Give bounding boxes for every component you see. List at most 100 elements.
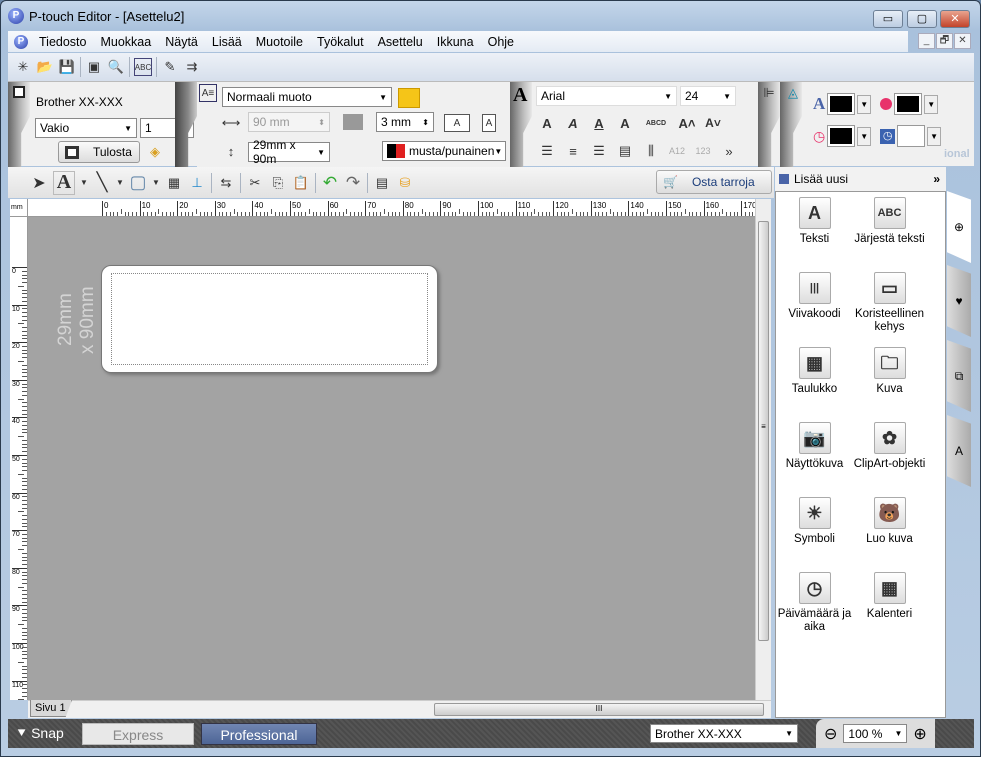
horizontal-text-icon[interactable]: A <box>444 114 470 132</box>
maximize-button[interactable]: ▢ <box>907 10 937 28</box>
mdi-minimize-button[interactable]: _ <box>918 33 935 49</box>
outline-icon[interactable]: A <box>616 114 634 132</box>
insert-item-järjestä-teksti[interactable]: ABC Järjestä teksti <box>852 197 927 246</box>
side-tab-favorites[interactable]: ♥ <box>947 265 971 337</box>
menu-tyokalut[interactable]: Työkalut <box>310 35 371 49</box>
redo-icon[interactable]: ↷ <box>344 173 362 192</box>
background-color-swatch[interactable] <box>897 125 926 147</box>
zoom-in-icon[interactable]: ⊕ <box>913 724 926 744</box>
insert-item-kuva[interactable]: 🗀 Kuva <box>852 347 927 396</box>
chevron-down-icon[interactable]: ▼ <box>924 94 939 114</box>
insert-item-päivämäärä-ja-aika[interactable]: ◷ Päivämäärä ja aika <box>777 572 852 634</box>
chevron-down-icon[interactable]: ▼ <box>857 126 872 146</box>
buy-labels-button[interactable]: 🛒 Osta tarroja <box>656 170 772 194</box>
insert-item-kalenteri[interactable]: ▦ Kalenteri <box>852 572 927 621</box>
menu-ohje[interactable]: Ohje <box>481 35 521 49</box>
cut-icon[interactable]: ✂ <box>246 174 264 192</box>
font-select[interactable]: Arial ▼ <box>536 86 677 106</box>
text-frame-icon[interactable]: ABCD <box>642 114 670 132</box>
side-tab-text[interactable]: A <box>947 415 971 487</box>
font-size-select[interactable]: 24 ▼ <box>680 86 736 106</box>
database-icon[interactable]: ⛁ <box>396 174 414 192</box>
professional-mode-button[interactable]: Professional <box>201 722 317 745</box>
menu-muokkaa[interactable]: Muokkaa <box>93 35 158 49</box>
print-preview-icon[interactable]: 🔍 <box>107 58 125 76</box>
numbering-icon[interactable]: 123 <box>694 142 712 160</box>
insert-item-symboli[interactable]: ☀ Symboli <box>777 497 852 546</box>
length-field[interactable]: 90 mm ⬍ <box>248 112 330 132</box>
rectangle-tool-icon[interactable]: ▢ <box>129 172 147 192</box>
side-tab-arrange[interactable]: ⧉ <box>947 340 971 412</box>
snap-button[interactable]: ⯆ Snap <box>16 725 82 742</box>
chevron-down-icon[interactable]: ▼ <box>116 174 124 192</box>
align-left-icon[interactable]: ☰ <box>538 142 556 160</box>
vertical-scrollbar[interactable]: ≡ <box>755 199 771 700</box>
grow-font-icon[interactable]: A˄ <box>678 114 696 132</box>
print-mode-select[interactable]: Vakio ▼ <box>35 118 137 138</box>
print-button[interactable]: Tulosta <box>58 141 140 163</box>
more-icon[interactable]: » <box>720 142 738 160</box>
zoom-select[interactable]: 100 % ▼ <box>843 724 908 743</box>
paste-icon[interactable]: 📋 <box>292 174 310 192</box>
italic-icon[interactable]: A <box>564 114 582 132</box>
line-tool-icon[interactable]: ╲ <box>93 172 111 192</box>
underline-icon[interactable]: A <box>590 114 608 132</box>
text-tool-icon[interactable]: A <box>53 170 75 195</box>
menu-muotoile[interactable]: Muotoile <box>249 35 310 49</box>
panel-expand-button[interactable]: » <box>933 172 940 186</box>
scroll-thumb[interactable]: ≡ <box>758 221 769 641</box>
minimize-button[interactable]: ▭ <box>873 10 903 28</box>
label-area[interactable] <box>101 265 438 373</box>
align-right-icon[interactable]: ☰ <box>590 142 608 160</box>
line-color-swatch[interactable] <box>827 125 856 147</box>
insert-item-koristeellinen-kehys[interactable]: ▭ Koristeellinen kehys <box>852 272 927 334</box>
vertical-align-icon[interactable]: ⫼ <box>642 142 660 160</box>
transfer-icon[interactable]: ⇉ <box>183 58 201 76</box>
spell-check-icon[interactable]: ABC <box>134 58 152 76</box>
object-list-icon[interactable]: ▤ <box>373 174 391 192</box>
chevron-down-icon[interactable]: ▼ <box>80 174 88 192</box>
undo-icon[interactable]: ↶ <box>321 173 339 192</box>
insert-item-taulukko[interactable]: ▦ Taulukko <box>777 347 852 396</box>
vertical-text-icon[interactable]: A <box>482 114 496 132</box>
format-select[interactable]: Normaali muoto ▼ <box>222 87 392 107</box>
menu-asettelu[interactable]: Asettelu <box>371 35 430 49</box>
bold-icon[interactable]: A <box>538 114 556 132</box>
insert-item-näyttökuva[interactable]: 📷 Näyttökuva <box>777 422 852 471</box>
new-icon[interactable]: ✳ <box>14 58 32 76</box>
text-color-swatch[interactable] <box>827 93 856 115</box>
spinner-arrows-icon[interactable]: ⬍ <box>422 118 429 127</box>
side-tab-insert[interactable]: ⊕ <box>947 191 971 263</box>
shrink-font-icon[interactable]: A˅ <box>704 114 722 132</box>
page-tab[interactable]: Sivu 1 <box>30 700 72 717</box>
select-arrow-icon[interactable]: ➤ <box>30 174 48 192</box>
chevron-down-icon[interactable]: ▼ <box>927 126 942 146</box>
open-icon[interactable]: 📂 <box>36 58 54 76</box>
express-mode-button[interactable]: Express <box>82 722 194 745</box>
zoom-out-icon[interactable]: ⊖ <box>824 724 837 744</box>
justify-icon[interactable]: ▤ <box>616 142 634 160</box>
print-icon[interactable]: ▣ <box>85 58 103 76</box>
chevron-down-icon[interactable]: ▼ <box>152 174 160 192</box>
tape-color-select[interactable]: musta/punainen ▼ <box>382 141 506 161</box>
tape-size-select[interactable]: 29mm x 90m ▼ <box>248 138 330 166</box>
arrange-icon[interactable]: ⊥ <box>188 174 206 192</box>
menu-lisaa[interactable]: Lisää <box>205 35 249 49</box>
mdi-restore-button[interactable]: 🗗 <box>936 33 953 49</box>
close-button[interactable]: ✕ <box>940 10 970 28</box>
menu-ikkuna[interactable]: Ikkuna <box>430 35 481 49</box>
table-tool-icon[interactable]: ▦ <box>165 174 183 192</box>
tape-orientation-button[interactable] <box>398 88 420 108</box>
align-center-icon[interactable]: ≡ <box>564 142 582 160</box>
margin-field[interactable]: 3 mm ⬍ <box>376 112 434 132</box>
fill-color-swatch[interactable] <box>894 93 923 115</box>
insert-item-clipart-objekti[interactable]: ✿ ClipArt-objekti <box>852 422 927 471</box>
printer-status-select[interactable]: Brother XX-XXX ▼ <box>650 724 798 743</box>
menu-nayta[interactable]: Näytä <box>158 35 205 49</box>
insert-item-teksti[interactable]: A Teksti <box>777 197 852 246</box>
insert-item-luo-kuva[interactable]: 🐻 Luo kuva <box>852 497 927 546</box>
insert-item-viivakoodi[interactable]: ||| Viivakoodi <box>777 272 852 321</box>
menu-tiedosto[interactable]: Tiedosto <box>32 35 93 49</box>
save-icon[interactable]: 💾 <box>58 58 76 76</box>
properties-icon[interactable]: ⇆ <box>217 174 235 192</box>
